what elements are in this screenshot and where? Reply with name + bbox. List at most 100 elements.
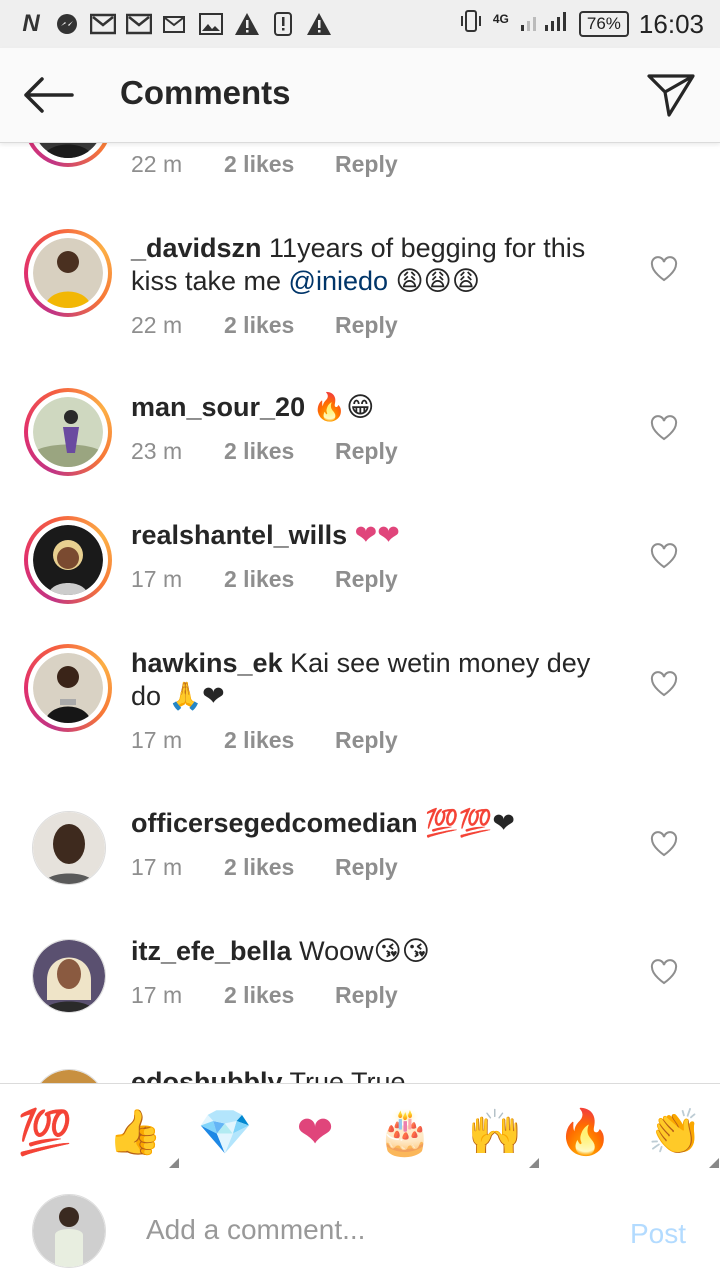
comment-time: 17 m <box>131 982 183 1008</box>
avatar <box>33 238 103 308</box>
warning-icon <box>306 11 332 37</box>
gallery-icon <box>198 11 224 37</box>
emoji-raised-hands-button[interactable]: 🙌 <box>465 1102 539 1168</box>
comment-username[interactable]: hawkins_ek <box>131 648 283 678</box>
comment-body: 💯💯❤ <box>417 808 515 838</box>
comment-username[interactable]: edoshubbly <box>131 1067 283 1083</box>
back-arrow-icon <box>24 77 74 113</box>
emoji-quick-bar: 💯 👍 💎 ❤ 🎂 🙌 🔥 👏 <box>0 1083 720 1181</box>
avatar <box>33 397 103 467</box>
comment-meta: 22 m 2 likes Reply <box>131 151 398 178</box>
avatar[interactable] <box>32 811 106 885</box>
avatar <box>33 525 103 595</box>
comment-body: 🔥😁 <box>305 392 375 422</box>
like-heart-icon[interactable] <box>650 543 678 569</box>
comment-likes[interactable]: 2 likes <box>224 982 335 1009</box>
comment-text: edoshubbly True True <box>131 1066 611 1083</box>
story-ring[interactable] <box>24 229 112 317</box>
app-header: Comments <box>0 48 720 143</box>
comment-likes[interactable]: 2 likes <box>224 854 335 881</box>
comment-time: 17 m <box>131 566 183 592</box>
comment-body: Woow😘😘 <box>291 936 430 966</box>
like-heart-icon[interactable] <box>650 256 678 282</box>
avatar <box>39 143 97 158</box>
reply-button[interactable]: Reply <box>335 151 398 178</box>
story-ring[interactable] <box>24 388 112 476</box>
emoji-diamond-button[interactable]: 💎 <box>195 1102 255 1162</box>
reply-button[interactable]: Reply <box>335 312 398 339</box>
post-button[interactable]: Post <box>630 1218 686 1250</box>
avatar[interactable] <box>32 1069 106 1083</box>
comment-meta: 17 m 2 likes Reply <box>131 727 398 754</box>
comment-likes[interactable]: 2 likes <box>224 151 335 178</box>
comment-text: realshantel_wills ❤❤ <box>131 519 611 552</box>
emoji-clap-button[interactable]: 👏 <box>645 1102 719 1168</box>
skin-tone-indicator <box>709 1158 719 1168</box>
reply-button[interactable]: Reply <box>335 854 398 881</box>
like-heart-icon[interactable] <box>650 415 678 441</box>
notification-icons: N <box>18 10 332 37</box>
back-button[interactable] <box>22 75 74 115</box>
comment-username[interactable]: realshantel_wills <box>131 520 347 550</box>
story-ring[interactable] <box>24 644 112 732</box>
like-heart-icon[interactable] <box>650 959 678 985</box>
comment-likes[interactable]: 2 likes <box>224 438 335 465</box>
story-ring[interactable] <box>24 143 112 167</box>
comment-text: itz_efe_bella Woow😘😘 <box>131 935 611 968</box>
comment-text: man_sour_20 🔥😁 <box>131 391 611 424</box>
like-heart-icon[interactable] <box>650 671 678 697</box>
comment-text: hawkins_ek Kai see wetin money dey do 🙏❤ <box>131 647 611 713</box>
vibrate-icon <box>459 8 483 41</box>
share-button[interactable] <box>646 72 696 118</box>
comment-composer: Post <box>0 1180 720 1280</box>
warning-icon <box>234 11 260 37</box>
story-ring[interactable] <box>24 516 112 604</box>
comment-meta: 22 m 2 likes Reply <box>131 312 398 339</box>
comment-username[interactable]: officersegedcomedian <box>131 808 418 838</box>
gmail-icon <box>126 11 152 37</box>
emoji-thumbs-up-button[interactable]: 👍 <box>105 1102 179 1168</box>
alert-icon <box>270 11 296 37</box>
comment-time: 23 m <box>131 438 183 464</box>
comment-body: True True <box>282 1067 406 1083</box>
comment-username[interactable]: itz_efe_bella <box>131 936 292 966</box>
n-app-icon: N <box>22 10 40 37</box>
comment-input[interactable] <box>144 1206 588 1254</box>
comment-likes[interactable]: 2 likes <box>224 727 335 754</box>
comment-time: 17 m <box>131 854 183 880</box>
comment-likes[interactable]: 2 likes <box>224 312 335 339</box>
emoji-cake-button[interactable]: 🎂 <box>375 1102 435 1162</box>
reply-button[interactable]: Reply <box>335 982 398 1009</box>
reply-button[interactable]: Reply <box>335 438 398 465</box>
comment-body: ❤❤ <box>347 520 400 550</box>
emoji-fire-button[interactable]: 🔥 <box>555 1102 615 1162</box>
signal-icon <box>519 9 569 40</box>
comment-text: _davidszn 11years of begging for this ki… <box>131 232 611 298</box>
system-status: 4G 76% 16:03 <box>459 8 704 41</box>
avatar <box>33 653 103 723</box>
send-icon <box>647 74 695 117</box>
like-heart-icon[interactable] <box>650 831 678 857</box>
skin-tone-indicator <box>529 1158 539 1168</box>
comment-time: 22 m <box>131 312 183 338</box>
battery-indicator: 76% <box>578 11 629 37</box>
comment-meta: 17 m 2 likes Reply <box>131 854 398 881</box>
current-user-avatar <box>32 1194 106 1268</box>
reply-button[interactable]: Reply <box>335 727 398 754</box>
comment-time: 22 m <box>131 151 183 177</box>
skin-tone-indicator <box>169 1158 179 1168</box>
mention-link[interactable]: @iniedo <box>289 266 388 296</box>
comment-likes[interactable]: 2 likes <box>224 566 335 593</box>
comment-text: officersegedcomedian 💯💯❤ <box>131 807 611 840</box>
reply-button[interactable]: Reply <box>335 566 398 593</box>
comment-username[interactable]: _davidszn <box>131 233 262 263</box>
emoji-heart-button[interactable]: ❤ <box>285 1102 345 1162</box>
avatar[interactable] <box>32 939 106 1013</box>
messenger-icon <box>54 11 80 37</box>
comments-list[interactable]: 22 m 2 likes Reply _davidszn 11years of … <box>0 143 720 1083</box>
email-icon <box>162 11 188 37</box>
comment-username[interactable]: man_sour_20 <box>131 392 305 422</box>
comment-meta: 23 m 2 likes Reply <box>131 438 398 465</box>
gmail-icon <box>90 11 116 37</box>
emoji-hundred-button[interactable]: 💯 <box>15 1102 75 1162</box>
